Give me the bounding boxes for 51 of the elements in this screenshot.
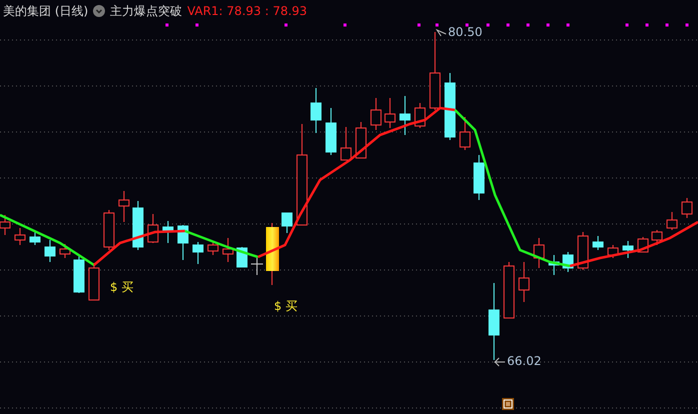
highlighted-candlestick xyxy=(266,222,279,286)
candlestick xyxy=(208,242,218,256)
candlestick xyxy=(14,228,26,246)
high-price-label: 80.50 xyxy=(448,25,482,39)
dropdown-icon[interactable] xyxy=(93,5,106,17)
candlestick xyxy=(400,96,410,136)
candlestick xyxy=(370,98,382,130)
candlestick xyxy=(592,236,604,250)
candlestick xyxy=(104,210,114,250)
buy-signal-label: $ 买 xyxy=(110,279,134,296)
indicator-value: VAR1: 78.93 : 78.93 xyxy=(187,4,308,18)
candlestick xyxy=(548,254,560,276)
candlestick xyxy=(444,72,456,140)
candlestick xyxy=(326,108,336,156)
cross-candlestick xyxy=(250,258,264,276)
candlestick xyxy=(474,154,484,200)
low-price-label: 66.02 xyxy=(507,354,542,368)
candlestick xyxy=(282,212,292,234)
buy-signal-label: $ 买 xyxy=(274,298,298,315)
candlestick xyxy=(118,190,130,222)
square-icon[interactable] xyxy=(502,398,514,410)
candlestick xyxy=(30,232,40,246)
leader-line xyxy=(436,28,446,36)
candlestick xyxy=(44,240,56,262)
candlestick xyxy=(562,252,574,272)
candlestick xyxy=(460,116,470,150)
candlestick xyxy=(578,232,588,270)
candlestick xyxy=(356,122,366,158)
candlestick xyxy=(178,224,188,260)
leader-line xyxy=(494,358,506,366)
candlestick xyxy=(74,254,84,294)
candlestick xyxy=(608,244,618,258)
candlestick xyxy=(666,212,678,230)
candlestick xyxy=(222,238,234,262)
candlestick xyxy=(340,126,352,160)
candlestick xyxy=(384,98,396,128)
candlestick xyxy=(132,200,144,250)
candlestick xyxy=(60,244,70,258)
candlestick xyxy=(148,214,158,244)
candlestick xyxy=(88,262,100,300)
candlestick xyxy=(534,238,544,268)
indicator-name: 主力爆点突破 xyxy=(110,2,182,20)
stock-title: 美的集团 (日线) xyxy=(3,2,88,20)
candlestick xyxy=(682,198,692,218)
candlestick xyxy=(310,88,322,134)
candlestick xyxy=(192,242,204,264)
candlestick xyxy=(622,240,634,258)
candlestick xyxy=(518,262,530,302)
candlestick xyxy=(652,230,662,246)
candlestick xyxy=(504,262,514,318)
candlestick xyxy=(162,220,174,244)
